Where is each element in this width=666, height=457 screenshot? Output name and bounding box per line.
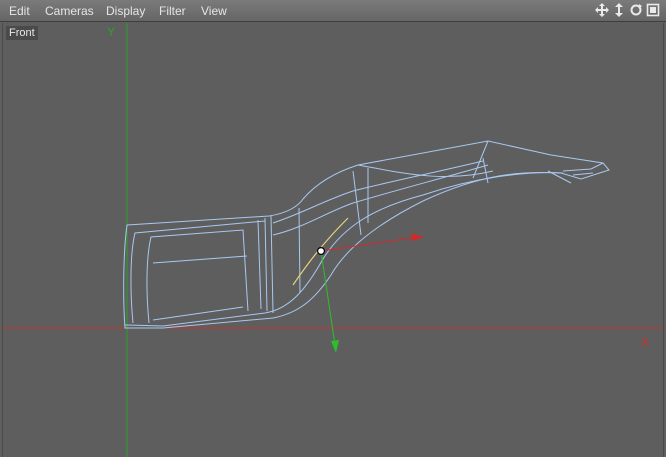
- front-viewport[interactable]: Front Y X: [2, 23, 664, 457]
- gizmo-y-arrow-head: [331, 340, 339, 353]
- gizmo-x-axis: [320, 236, 419, 252]
- object-transform-gizmo: [317, 233, 424, 353]
- wireframe-mesh: [123, 140, 610, 329]
- maximize-view-icon[interactable]: [646, 3, 660, 17]
- menu-view[interactable]: View: [201, 4, 227, 18]
- move-view-icon[interactable]: [595, 3, 609, 17]
- viewport-navigation-tools: [595, 3, 660, 17]
- gizmo-y-axis: [320, 250, 336, 346]
- y-axis-label: Y: [107, 25, 116, 39]
- menu-edit[interactable]: Edit: [9, 4, 30, 18]
- menu-cameras[interactable]: Cameras: [45, 4, 94, 18]
- menu-filter[interactable]: Filter: [159, 4, 186, 18]
- scene-canvas: [3, 23, 663, 457]
- gizmo-origin-point: [317, 247, 326, 256]
- cinema4d-front-viewport-window: Edit Cameras Display Filter View Front Y…: [0, 0, 666, 457]
- viewport-name-label[interactable]: Front: [6, 26, 38, 40]
- gizmo-x-arrow-head: [411, 233, 424, 241]
- x-axis-label: X: [641, 335, 650, 349]
- viewport-menubar: Edit Cameras Display Filter View: [0, 0, 666, 22]
- rotate-view-icon[interactable]: [629, 3, 643, 17]
- zoom-view-icon[interactable]: [612, 3, 626, 17]
- menu-display[interactable]: Display: [106, 4, 145, 18]
